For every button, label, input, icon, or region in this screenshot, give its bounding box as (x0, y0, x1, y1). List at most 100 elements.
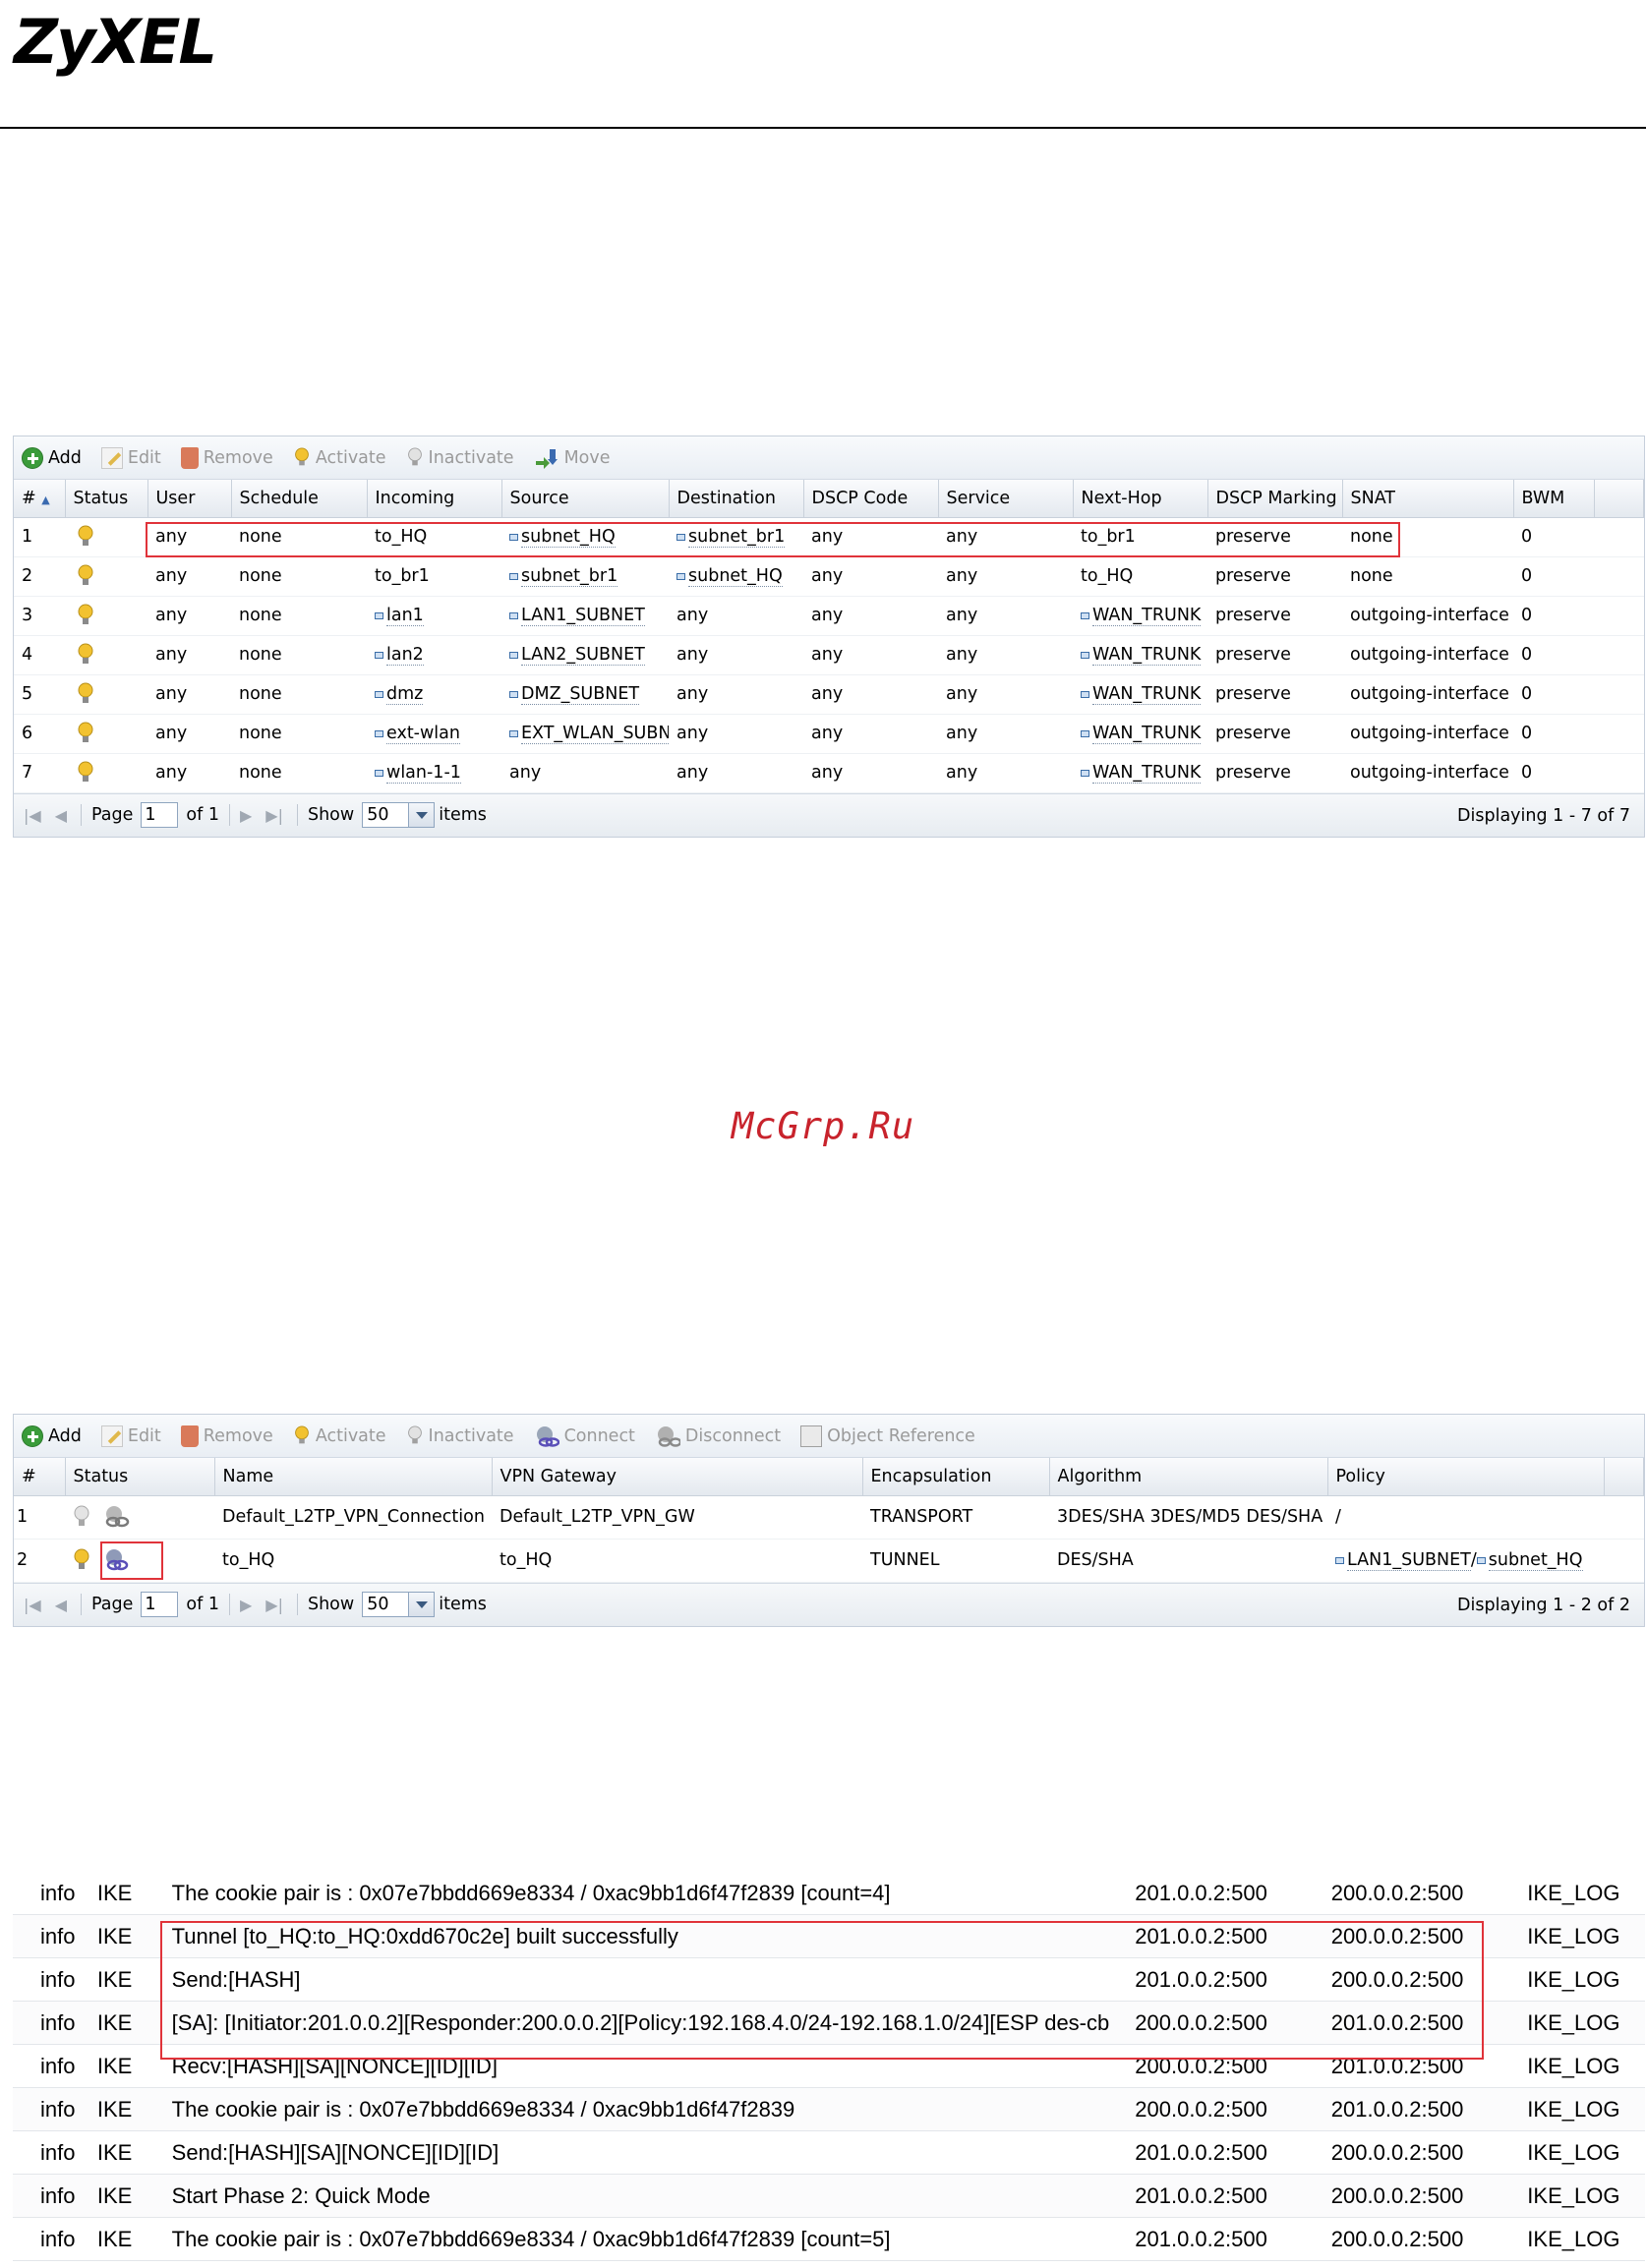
column-header-encapsulation[interactable]: Encapsulation (862, 1458, 1050, 1496)
status-cell (65, 1539, 214, 1583)
address-object-icon (1081, 729, 1089, 737)
source-object-link[interactable]: LAN2_SUBNET (521, 645, 645, 666)
incoming-object-link[interactable]: lan2 (386, 645, 424, 666)
service-cell: any (938, 674, 1073, 715)
page-number-input[interactable]: 1 (141, 802, 179, 828)
incoming-cell: lan1 (367, 596, 501, 636)
column-header-vpn-gateway[interactable]: VPN Gateway (492, 1458, 863, 1496)
source-object-link[interactable]: DMZ_SUBNET (521, 684, 640, 705)
vpn-gateway: Default_L2TP_VPN_GW (492, 1495, 862, 1540)
page-size-select[interactable]: 50 (362, 802, 436, 828)
log-row[interactable]: info IKE The cookie pair is : 0x07e7bbdd66… (13, 2218, 1645, 2261)
destination-object-link[interactable]: subnet_br1 (688, 527, 786, 548)
column-header-service[interactable]: Service (938, 480, 1074, 518)
page-size-select[interactable]: 50 (362, 1592, 436, 1617)
next-page-icon[interactable]: ▶ (240, 1596, 252, 1614)
source-object-link[interactable]: LAN1_SUBNET (521, 606, 645, 626)
column-header-source[interactable]: Source (501, 480, 670, 518)
column-header-algorithm[interactable]: Algorithm (1049, 1458, 1328, 1496)
column-header-number[interactable]: # (14, 1458, 66, 1496)
disconnect-button[interactable]: Disconnect (655, 1425, 781, 1447)
column-header-status[interactable]: Status (65, 1458, 215, 1496)
column-header-dscp-code[interactable]: DSCP Code (803, 480, 939, 518)
nexthop-object-link[interactable]: WAN_TRUNK (1092, 645, 1202, 666)
chevron-down-icon[interactable] (408, 1593, 435, 1616)
source-object-link[interactable]: subnet_br1 (521, 566, 618, 587)
last-page-icon[interactable]: ▶| (265, 806, 283, 825)
log-row[interactable]: info IKE The cookie pair is : 0x07e7bbdd66… (13, 2088, 1645, 2131)
edit-button[interactable]: Edit (100, 1425, 161, 1447)
log-row[interactable]: info IKE Send:[HASH] 201.0.0.2:500 200.0.0.2… (13, 1958, 1645, 2002)
column-header-policy[interactable]: Policy (1327, 1458, 1605, 1496)
add-button[interactable]: Add (22, 446, 82, 469)
last-page-icon[interactable]: ▶| (265, 1596, 283, 1614)
page-number-input[interactable]: 1 (141, 1592, 179, 1617)
schedule-cell: none (231, 556, 367, 597)
column-header-name[interactable]: Name (214, 1458, 493, 1496)
column-header-snat[interactable]: SNAT (1342, 480, 1514, 518)
column-header-destination[interactable]: Destination (669, 480, 804, 518)
table-row[interactable]: 7 any none wlan-1-1 any any any any WAN_TRUNK pre… (14, 753, 1644, 793)
address-object-icon (1081, 651, 1089, 659)
table-row[interactable]: 4 any none lan2 LAN2_SUBNET any any any WAN_TRUN… (14, 635, 1644, 675)
column-header-schedule[interactable]: Schedule (231, 480, 368, 518)
table-row[interactable]: 2 any none to_br1 subnet_br1 subnet_HQ any any t… (14, 556, 1644, 597)
nexthop-object-link[interactable]: WAN_TRUNK (1092, 763, 1202, 784)
source-object-link[interactable]: EXT_WLAN_SUBN (521, 724, 669, 744)
nexthop-object-link[interactable]: WAN_TRUNK (1092, 606, 1202, 626)
log-row[interactable]: info IKE The cookie pair is : 0x07e7bbdd66… (13, 1872, 1645, 1915)
object-reference-button[interactable]: Object Reference (800, 1425, 975, 1447)
chevron-down-icon[interactable] (408, 803, 435, 827)
column-header-user[interactable]: User (147, 480, 232, 518)
column-header-status[interactable]: Status (65, 480, 148, 518)
table-row[interactable]: 1 any none to_HQ subnet_HQ subnet_br1 any any to… (14, 517, 1644, 557)
log-row[interactable]: info IKE Recv:[HASH][SA][NONCE][ID][ID] 200… (13, 2045, 1645, 2088)
remove-button[interactable]: Remove (180, 1425, 273, 1447)
column-header-number[interactable]: # ▲ (14, 480, 66, 518)
inactivate-button[interactable]: Inactivate (406, 446, 514, 469)
table-row[interactable]: 2 to_HQ to_HQ TUNNEL DES/SHA LAN1_SUBNET… (14, 1539, 1644, 1583)
table-row[interactable]: 3 any none lan1 LAN1_SUBNET any any any WAN_TRUN… (14, 596, 1644, 636)
status-cell (65, 517, 147, 557)
destination-object-link[interactable]: subnet_HQ (688, 566, 783, 587)
activate-button[interactable]: Activate (293, 1425, 386, 1447)
table-row[interactable]: 6 any none ext-wlan EXT_WLAN_SUBN any any any WA… (14, 714, 1644, 754)
previous-page-icon[interactable]: ◀ (55, 806, 67, 825)
next-page-icon[interactable]: ▶ (240, 806, 252, 825)
column-header-incoming[interactable]: Incoming (367, 480, 502, 518)
policy-local-link[interactable]: LAN1_SUBNET (1347, 1550, 1471, 1571)
column-header-dscp-marking[interactable]: DSCP Marking (1207, 480, 1343, 518)
inactivate-button[interactable]: Inactivate (406, 1425, 514, 1447)
remove-button[interactable]: Remove (180, 446, 273, 469)
log-row[interactable]: info IKE Tunnel [to_HQ:to_HQ:0xdd670c2e] b… (13, 1915, 1645, 1958)
log-row[interactable]: info IKE Start Phase 2: Quick Mode 201.0.0.… (13, 2175, 1645, 2218)
nexthop-object-link[interactable]: WAN_TRUNK (1092, 724, 1202, 744)
column-header-bwm[interactable]: BWM (1513, 480, 1595, 518)
nexthop-object-link[interactable]: WAN_TRUNK (1092, 684, 1202, 705)
move-button[interactable]: Move (534, 447, 611, 469)
incoming-object-link[interactable]: dmz (386, 684, 424, 705)
first-page-icon[interactable]: |◀ (24, 1596, 41, 1614)
incoming-object-link[interactable]: lan1 (386, 606, 424, 626)
add-button[interactable]: Add (22, 1425, 82, 1447)
source-object-link[interactable]: subnet_HQ (521, 527, 616, 548)
activate-button[interactable]: Activate (293, 446, 386, 469)
table-row[interactable]: 1 Default_L2TP_VPN_Connection Default_L2… (14, 1495, 1644, 1540)
first-page-icon[interactable]: |◀ (24, 806, 41, 825)
incoming-object-link[interactable]: wlan-1-1 (386, 763, 461, 784)
table-row[interactable]: 5 any none dmz DMZ_SUBNET any any any WAN_TRUNK p… (14, 674, 1644, 715)
log-destination: 200.0.0.2:500 (1330, 1923, 1464, 1948)
vpn-gateway: to_HQ (492, 1539, 862, 1583)
log-row[interactable]: info IKE [SA]: [Initiator:201.0.0.2][Respo… (13, 2002, 1645, 2045)
row-number: 3 (14, 596, 65, 636)
incoming-cell: to_HQ (367, 517, 501, 557)
incoming-object-link[interactable]: ext-wlan (386, 724, 460, 744)
policy-remote-link[interactable]: subnet_HQ (1488, 1550, 1583, 1571)
log-message: The cookie pair is : 0x07e7bbdd669e8334 … (171, 1880, 891, 1905)
column-header-next-hop[interactable]: Next-Hop (1073, 480, 1208, 518)
edit-button[interactable]: Edit (100, 446, 161, 469)
previous-page-icon[interactable]: ◀ (55, 1596, 67, 1614)
log-message: Send:[HASH] (171, 1966, 301, 1992)
connect-button[interactable]: Connect (534, 1425, 635, 1447)
log-row[interactable]: info IKE Send:[HASH][SA][NONCE][ID][ID] 201… (13, 2131, 1645, 2175)
